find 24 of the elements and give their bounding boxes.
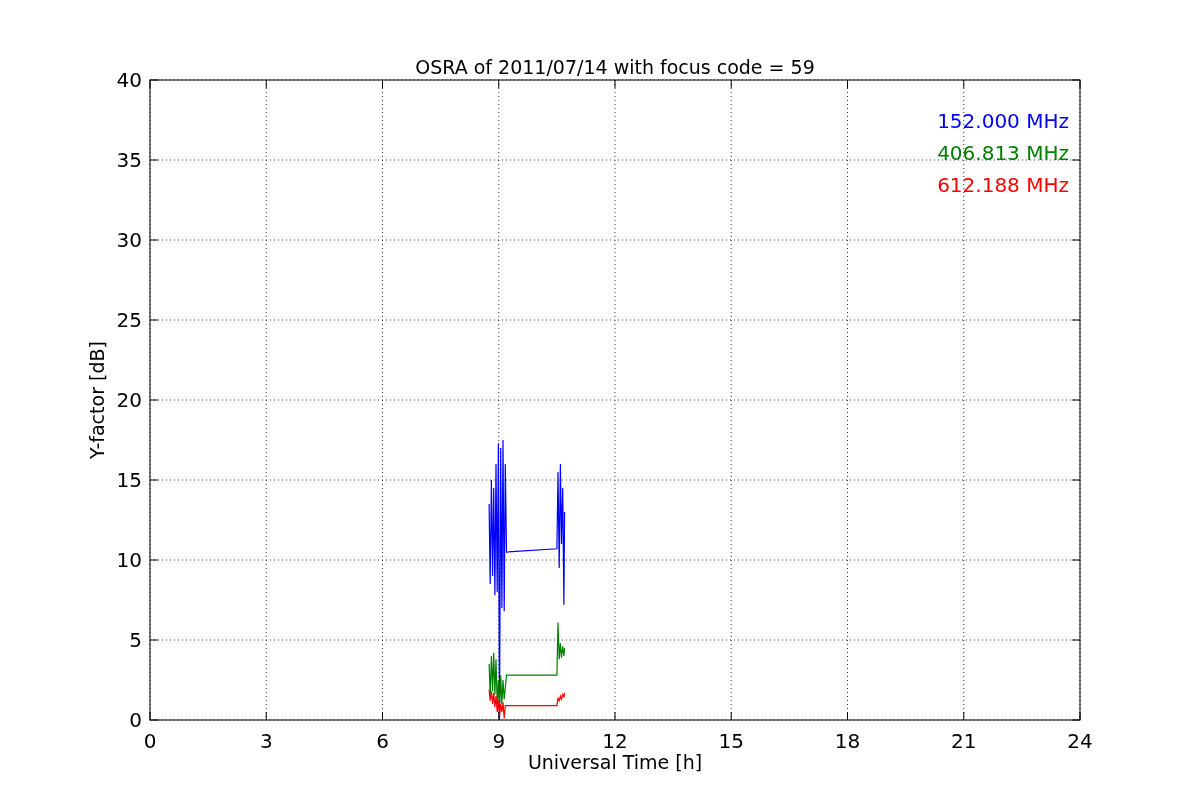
x-tick-label: 9 <box>492 729 506 753</box>
x-tick-label: 21 <box>951 729 977 753</box>
x-tick-label: 3 <box>259 729 273 753</box>
x-tick-label: 24 <box>1067 729 1093 753</box>
y-tick-label: 40 <box>116 68 142 92</box>
x-axis-label: Universal Time [h] <box>527 751 703 773</box>
y-axis-label: Y-factor [dB] <box>86 341 108 459</box>
x-tick-label: 18 <box>834 729 861 753</box>
x-tick-label: 12 <box>602 729 628 753</box>
x-tick-label: 15 <box>718 729 744 753</box>
legend-label: 406.813 MHz <box>937 141 1069 165</box>
y-tick-label: 25 <box>116 308 142 332</box>
chart-title: OSRA of 2011/07/14 with focus code = 59 <box>415 56 815 78</box>
y-tick-label: 20 <box>116 388 142 412</box>
x-tick-label: 6 <box>376 729 389 753</box>
x-tick-label: 0 <box>143 729 157 753</box>
legend-label: 612.188 MHz <box>937 173 1069 197</box>
y-tick-label: 30 <box>116 228 142 252</box>
legend-label: 152.000 MHz <box>937 109 1069 133</box>
y-tick-label: 15 <box>116 468 142 492</box>
y-tick-label: 0 <box>129 708 142 732</box>
y-tick-label: 35 <box>116 148 142 172</box>
y-tick-label: 5 <box>129 628 142 652</box>
y-tick-label: 10 <box>116 548 142 572</box>
